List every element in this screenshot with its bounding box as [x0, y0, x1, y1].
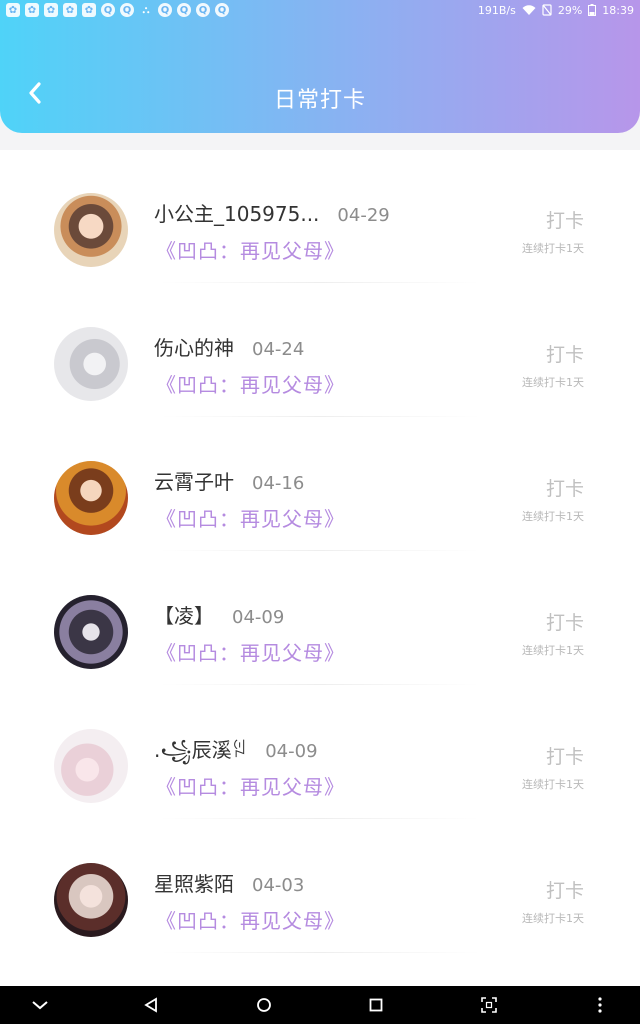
- user-name: 【凌】: [154, 604, 214, 628]
- name-line: 小公主_105975... 04-29: [154, 198, 390, 227]
- post-date: 04-24: [252, 339, 305, 360]
- checkin-button[interactable]: 打卡: [546, 608, 584, 635]
- vertical-dots-icon: [598, 997, 602, 1013]
- checkin-button[interactable]: 打卡: [546, 876, 584, 903]
- bag-icon: ⛬: [142, 4, 150, 16]
- user-name: 云霄子叶: [154, 470, 234, 494]
- name-line: .꧁辰溪ꇌ 04-09: [154, 734, 318, 776]
- streak-label: 连续打卡1天: [522, 510, 584, 523]
- qq-icon: Q: [196, 3, 210, 17]
- name-line: 星照紫陌 04-03: [154, 868, 304, 897]
- post-date: 04-09: [232, 607, 285, 628]
- book-title[interactable]: 《凹凸：再见父母》: [156, 905, 345, 934]
- system-nav-bar: [0, 986, 640, 1024]
- circle-home-icon: [257, 998, 271, 1012]
- home-nav-button[interactable]: [244, 986, 284, 1024]
- checkin-button[interactable]: 打卡: [546, 742, 584, 769]
- post-date: 04-09: [265, 741, 318, 762]
- app-icon: ✿: [6, 3, 20, 17]
- divider: [160, 684, 480, 685]
- post-date: 04-16: [252, 473, 305, 494]
- divider: [160, 818, 480, 819]
- checkin-button[interactable]: 打卡: [546, 474, 584, 501]
- avatar[interactable]: [54, 193, 128, 267]
- page-title: 日常打卡: [273, 88, 366, 113]
- list-item[interactable]: .꧁辰溪ꇌ 04-09 《凹凸：再见父母》 打卡 连续打卡1天: [0, 686, 640, 820]
- status-bar: ✿ ✿ ✿ ✿ ✿ Q Q ⛬ Q Q Q Q 191B/s 29% 18:39: [0, 0, 640, 20]
- streak-label: 连续打卡1天: [522, 778, 584, 791]
- status-right: 191B/s 29% 18:39: [478, 4, 634, 17]
- list-item[interactable]: 星照紫陌 04-03 《凹凸：再见父母》 打卡 连续打卡1天: [0, 820, 640, 954]
- divider: [160, 282, 480, 283]
- more-options-button[interactable]: [580, 986, 620, 1024]
- qq-icon: Q: [101, 3, 115, 17]
- checkin-button[interactable]: 打卡: [546, 340, 584, 367]
- user-name: 伤心的神: [154, 336, 234, 360]
- post-date: 04-29: [337, 205, 390, 226]
- list-item[interactable]: 云霄子叶 04-16 《凹凸：再见父母》 打卡 连续打卡1天: [0, 418, 640, 552]
- avatar[interactable]: [54, 461, 128, 535]
- streak-label: 连续打卡1天: [522, 912, 584, 925]
- triangle-back-icon: [144, 997, 157, 1013]
- avatar[interactable]: [54, 729, 128, 803]
- name-line: 伤心的神 04-24: [154, 332, 304, 361]
- list-item[interactable]: 小公主_105975... 04-29 《凹凸：再见父母》 打卡 连续打卡1天: [0, 150, 640, 284]
- user-name: 小公主_105975...: [154, 202, 320, 226]
- checkin-button[interactable]: 打卡: [546, 206, 584, 233]
- book-title[interactable]: 《凹凸：再见父母》: [156, 637, 345, 666]
- avatar[interactable]: [54, 595, 128, 669]
- qq-icon: Q: [215, 3, 229, 17]
- no-sim-icon: [542, 4, 552, 16]
- name-line: 云霄子叶 04-16: [154, 466, 304, 495]
- app-icon: ✿: [63, 3, 77, 17]
- qq-icon: Q: [177, 3, 191, 17]
- recents-nav-button[interactable]: [356, 986, 396, 1024]
- wifi-icon: [522, 4, 536, 15]
- divider: [160, 550, 480, 551]
- notification-icons: ✿ ✿ ✿ ✿ ✿ Q Q ⛬ Q Q Q Q: [6, 3, 229, 17]
- avatar[interactable]: [54, 863, 128, 937]
- user-name: 星照紫陌: [154, 872, 234, 896]
- battery-icon: [588, 4, 597, 16]
- app-icon: ✿: [25, 3, 39, 17]
- app-icon: ✿: [82, 3, 96, 17]
- app-icon: ✿: [44, 3, 58, 17]
- book-title[interactable]: 《凹凸：再见父母》: [156, 503, 345, 532]
- divider: [160, 416, 480, 417]
- hide-keyboard-button[interactable]: [20, 986, 60, 1024]
- square-recents-icon: [369, 998, 383, 1012]
- streak-label: 连续打卡1天: [522, 376, 584, 389]
- checkin-list: 小公主_105975... 04-29 《凹凸：再见父母》 打卡 连续打卡1天 …: [0, 150, 640, 986]
- qq-icon: Q: [158, 3, 172, 17]
- streak-label: 连续打卡1天: [522, 242, 584, 255]
- clock: 18:39: [602, 3, 634, 17]
- screenshot-button[interactable]: [469, 986, 509, 1024]
- divider: [160, 952, 480, 953]
- back-nav-button[interactable]: [131, 986, 171, 1024]
- book-title[interactable]: 《凹凸：再见父母》: [156, 369, 345, 398]
- streak-label: 连续打卡1天: [522, 644, 584, 657]
- book-title[interactable]: 《凹凸：再见父母》: [156, 235, 345, 264]
- list-item[interactable]: 伤心的神 04-24 《凹凸：再见父母》 打卡 连续打卡1天: [0, 284, 640, 418]
- book-title[interactable]: 《凹凸：再见父母》: [156, 771, 345, 800]
- network-speed: 191B/s: [477, 3, 516, 17]
- user-name: .꧁辰溪ꇌ: [154, 738, 248, 762]
- chevron-down-icon: [32, 1001, 48, 1010]
- post-date: 04-03: [252, 875, 305, 896]
- screenshot-icon: [481, 997, 497, 1013]
- qq-icon: Q: [120, 3, 134, 17]
- name-line: 【凌】 04-09: [154, 600, 284, 629]
- avatar[interactable]: [54, 327, 128, 401]
- battery-percent: 29%: [557, 3, 583, 17]
- list-item[interactable]: 【凌】 04-09 《凹凸：再见父母》 打卡 连续打卡1天: [0, 552, 640, 686]
